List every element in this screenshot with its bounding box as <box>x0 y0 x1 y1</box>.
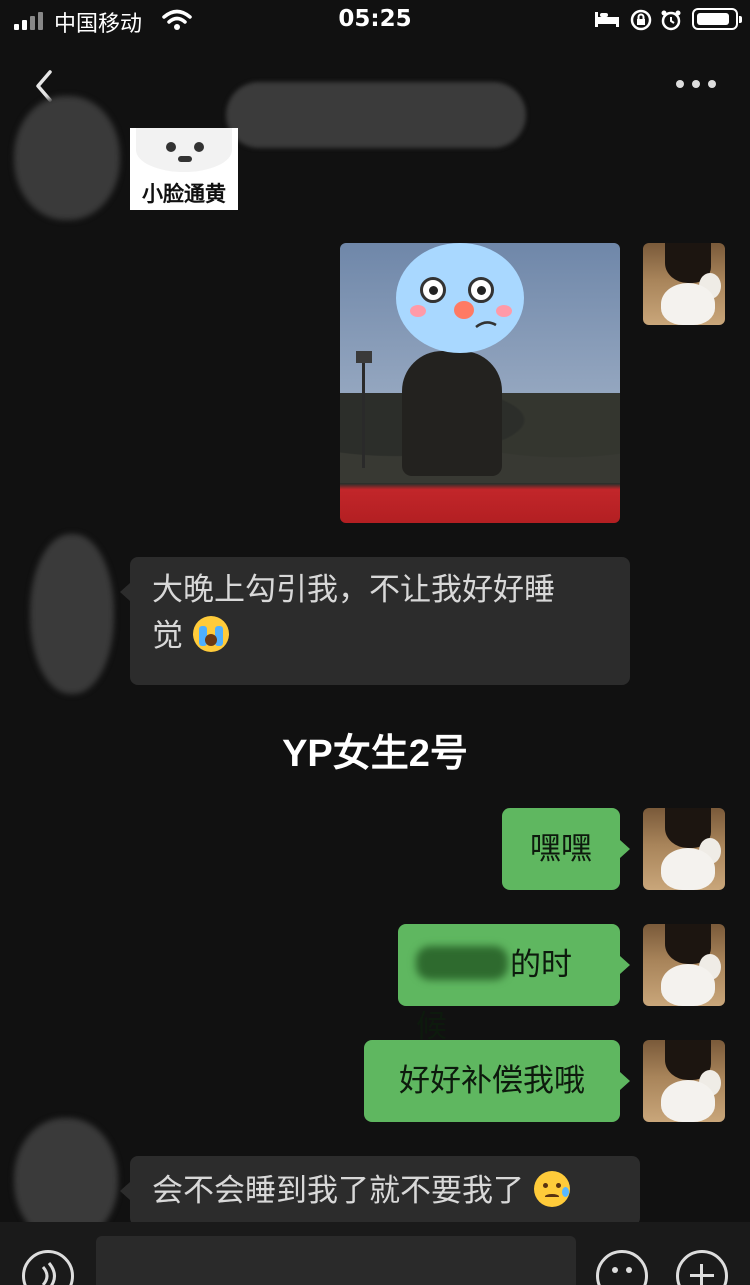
redacted-text <box>416 946 508 980</box>
sticker-caption: 小脸通黄 <box>142 182 226 206</box>
contact-avatar[interactable] <box>14 96 120 220</box>
user-avatar[interactable] <box>643 808 725 890</box>
message-bubble-received[interactable]: 大晚上勾引我，不让我好好睡 觉 <box>120 557 630 685</box>
message-bubble-received[interactable]: 会不会睡到我了就不要我了 <box>120 1156 640 1226</box>
user-avatar[interactable] <box>643 1040 725 1122</box>
watermark-label: YP女生2号 <box>282 733 468 775</box>
more-options-icon[interactable] <box>676 78 716 90</box>
message-bubble-sent[interactable]: 好好补偿我哦 <box>364 1040 630 1122</box>
cartoon-face-sticker <box>396 243 524 353</box>
message-text: 会不会睡到我了就不要我了 <box>152 1173 524 1209</box>
nav-bar <box>0 42 750 148</box>
sticker-face-image <box>136 128 232 172</box>
input-bar <box>0 1222 750 1285</box>
contact-avatar[interactable] <box>30 534 114 694</box>
alarm-icon <box>661 10 681 31</box>
user-avatar[interactable] <box>643 243 725 325</box>
sticker-message[interactable]: 小脸通黄 <box>130 128 238 210</box>
sad-relieved-face-icon <box>533 1171 570 1207</box>
image-message[interactable] <box>340 243 620 523</box>
plus-icon[interactable] <box>676 1250 728 1285</box>
user-avatar[interactable] <box>643 924 725 1006</box>
loudly-crying-face-icon <box>192 616 229 652</box>
message-bubble-sent[interactable]: 的时候 <box>398 924 630 1045</box>
message-bubble-sent[interactable]: 嘿嘿 <box>502 808 630 890</box>
status-bar: 中国移动 05:25 <box>0 0 750 40</box>
message-text: 好好补偿我哦 <box>399 1063 585 1099</box>
message-text-line2: 觉 <box>152 618 183 654</box>
contact-name-redacted <box>226 82 526 148</box>
message-text: 嘿嘿 <box>530 831 592 867</box>
voice-input-icon[interactable] <box>22 1250 74 1285</box>
battery-icon <box>692 8 742 30</box>
rotation-lock-icon <box>630 9 652 31</box>
message-input[interactable] <box>96 1236 576 1285</box>
message-text: 大晚上勾引我，不让我好好睡 <box>152 572 555 608</box>
bed-icon <box>595 12 619 27</box>
emoji-smile-icon[interactable] <box>596 1250 648 1285</box>
